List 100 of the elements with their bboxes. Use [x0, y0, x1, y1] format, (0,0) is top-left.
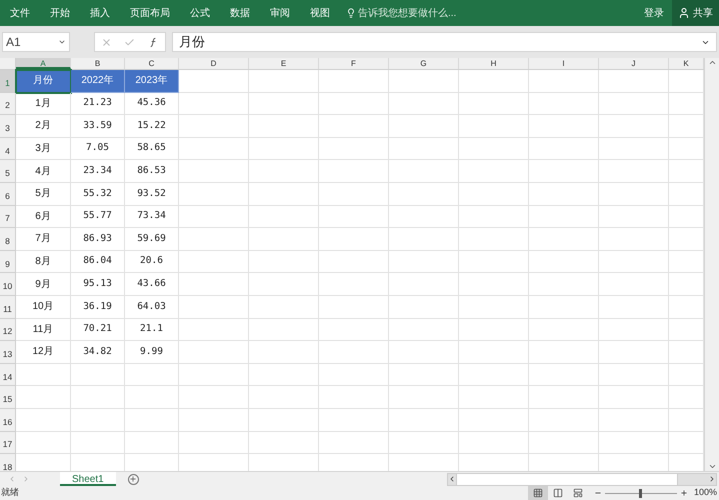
share-button[interactable]: 共享 [672, 0, 719, 26]
row-header[interactable]: 17 [0, 432, 16, 454]
table-cell: 55.77 [71, 206, 125, 228]
empty-cell [459, 408, 529, 432]
table-cell: 95.13 [71, 273, 125, 296]
table-cell: 86.04 [71, 250, 125, 274]
empty-cell [599, 160, 669, 183]
row-header[interactable]: 15 [0, 386, 16, 409]
name-box[interactable]: A1 [2, 32, 70, 52]
empty-cell [459, 386, 529, 409]
row-header[interactable]: 7 [0, 206, 16, 228]
row-header[interactable]: 1 [0, 70, 16, 93]
row-header[interactable]: 18 [0, 454, 16, 471]
table-cell: 21.1 [125, 318, 179, 342]
empty-cell [319, 228, 389, 251]
empty-cell [179, 206, 249, 228]
view-icon [532, 488, 543, 498]
empty-cell [529, 250, 599, 274]
row-header[interactable]: 3 [0, 115, 16, 138]
table-cell: 11月 [16, 318, 71, 342]
empty-cell [249, 138, 319, 160]
scroll-left-icon[interactable] [448, 475, 456, 483]
ribbon-tab[interactable]: 视图 [300, 0, 340, 26]
column-header[interactable]: C [125, 58, 179, 69]
view-button[interactable] [528, 486, 548, 500]
ribbon-tab[interactable]: 公式 [180, 0, 220, 26]
table-cell: 7月 [16, 228, 71, 251]
scroll-right-icon[interactable] [708, 475, 716, 483]
empty-cell [249, 432, 319, 454]
empty-cell [599, 364, 669, 386]
column-header[interactable]: I [529, 58, 599, 69]
row-header[interactable]: 16 [0, 408, 16, 432]
tell-me-field[interactable]: 告诉我您想要做什么... [358, 6, 456, 20]
table-cell: 5月 [16, 182, 71, 206]
ribbon-tab[interactable]: 插入 [80, 0, 120, 26]
table-cell: 45.36 [125, 92, 179, 116]
scroll-up-icon[interactable] [708, 58, 716, 67]
row-header[interactable]: 10 [0, 273, 16, 296]
row-header[interactable]: 2 [0, 92, 16, 116]
empty-cell [389, 70, 459, 93]
column-header[interactable]: E [249, 58, 319, 69]
empty-cell [459, 182, 529, 206]
column-header[interactable]: A [16, 58, 71, 69]
empty-cell [179, 138, 249, 160]
empty-cell [389, 296, 459, 319]
empty-cell [179, 386, 249, 409]
empty-cell [319, 296, 389, 319]
empty-cell [319, 273, 389, 296]
ribbon-tab[interactable]: 审阅 [260, 0, 300, 26]
column-header[interactable]: H [459, 58, 529, 69]
row-header[interactable]: 4 [0, 138, 16, 160]
scroll-down-icon[interactable] [708, 462, 716, 471]
add-sheet-button[interactable] [128, 474, 139, 484]
column-header[interactable]: G [389, 58, 459, 69]
table-cell: 月份 [16, 70, 71, 93]
table-cell: 64.03 [125, 296, 179, 319]
empty-cell [599, 228, 669, 251]
empty-cell [529, 182, 599, 206]
row-header[interactable]: 13 [0, 341, 16, 364]
table-cell: 9.99 [125, 341, 179, 364]
empty-cell [599, 296, 669, 319]
row-header[interactable]: 11 [0, 296, 16, 319]
horizontal-scrollbar[interactable] [447, 472, 717, 486]
column-header[interactable]: D [179, 58, 249, 69]
table-cell: 6月 [16, 206, 71, 228]
row-header[interactable]: 9 [0, 250, 16, 274]
table-cell: 93.52 [125, 182, 179, 206]
sheet-tab[interactable]: Sheet1 [60, 472, 116, 486]
empty-cell [179, 115, 249, 138]
column-header[interactable]: J [599, 58, 669, 69]
ribbon-tab[interactable]: 文件 [0, 0, 40, 26]
login-link[interactable]: 登录 [636, 6, 672, 20]
row-header[interactable]: 6 [0, 182, 16, 206]
empty-cell [179, 273, 249, 296]
column-header[interactable]: F [319, 58, 389, 69]
empty-cell [459, 364, 529, 386]
empty-cell [529, 160, 599, 183]
empty-cell [249, 92, 319, 116]
zoom-in-icon[interactable] [680, 489, 688, 497]
vertical-scrollbar[interactable] [704, 58, 719, 471]
empty-cell [71, 432, 125, 454]
zoom-percent[interactable]: 100% [694, 486, 717, 500]
row-header[interactable]: 14 [0, 364, 16, 386]
table-cell: 4月 [16, 160, 71, 183]
empty-cell [389, 318, 459, 342]
row-header[interactable]: 5 [0, 160, 16, 183]
ribbon-tab[interactable]: 开始 [40, 0, 80, 26]
row-header[interactable]: 8 [0, 228, 16, 251]
table-cell: 23.34 [71, 160, 125, 183]
empty-cell [179, 92, 249, 116]
zoom-slider[interactable] [604, 488, 677, 498]
empty-cell [125, 386, 179, 409]
formula-field[interactable]: 月份 [172, 32, 717, 52]
row-header[interactable]: 12 [0, 318, 16, 342]
empty-cell [599, 318, 669, 342]
table-cell: 20.6 [125, 250, 179, 274]
empty-cell [599, 115, 669, 138]
ribbon-tab[interactable]: 数据 [220, 0, 260, 26]
ribbon-tab[interactable]: 页面布局 [120, 0, 180, 26]
table-cell: 9月 [16, 273, 71, 296]
